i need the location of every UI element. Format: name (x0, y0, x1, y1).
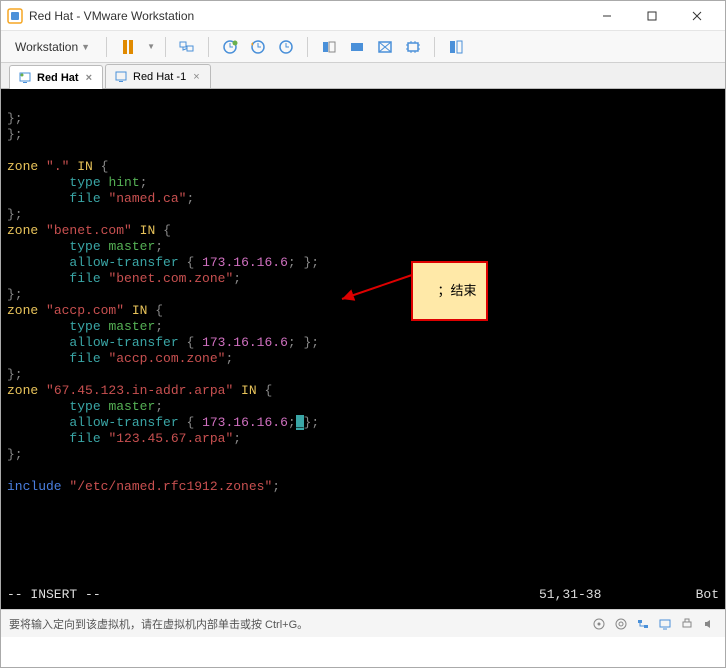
terminal-line: }; (7, 207, 719, 223)
vm-tab-icon (18, 71, 32, 85)
vmware-app-icon (7, 8, 23, 24)
tab-red-hat[interactable]: Red Hat × (9, 65, 103, 89)
printer-icon[interactable] (679, 616, 695, 632)
terminal-line: }; (7, 111, 719, 127)
view-fullscreen-button[interactable] (346, 36, 368, 58)
terminal-status-line: -- INSERT -- 51,31-38 Bot (7, 587, 719, 603)
terminal-line: }; (7, 287, 719, 303)
workstation-menu-label: Workstation (15, 40, 78, 54)
pause-button[interactable] (117, 36, 139, 58)
terminal-line: zone "." IN { (7, 159, 719, 175)
annotation-text: ；结束 (437, 283, 476, 298)
vim-mode: -- INSERT -- (7, 587, 539, 603)
toolbar-separator (208, 37, 209, 57)
tab-label: Red Hat (37, 72, 79, 84)
vm-tab-icon (114, 70, 128, 84)
sound-icon[interactable] (701, 616, 717, 632)
terminal-line: type master; (7, 239, 719, 255)
scroll-position: Bot (659, 587, 719, 603)
terminal-viewport[interactable]: };}; zone "." IN { type hint; file "name… (1, 89, 725, 609)
display-icon[interactable] (657, 616, 673, 632)
terminal-line: allow-transfer { 173.16.16.6; }; (7, 255, 719, 271)
status-bar: 要将输入定向到该虚拟机，请在虚拟机内部单击或按 Ctrl+G。 (1, 609, 725, 637)
tab-bar: Red Hat × Red Hat -1 × (1, 63, 725, 89)
chevron-down-icon[interactable]: ▼ (147, 42, 155, 51)
toolbar-separator (106, 37, 107, 57)
terminal-line: file "accp.com.zone"; (7, 351, 719, 367)
window-title: Red Hat - VMware Workstation (29, 9, 584, 23)
terminal-line: allow-transfer { 173.16.16.6; }; (7, 335, 719, 351)
tab-red-hat-1[interactable]: Red Hat -1 × (105, 64, 211, 88)
minimize-button[interactable] (584, 2, 629, 30)
view-stretch-button[interactable] (402, 36, 424, 58)
tab-label: Red Hat -1 (133, 71, 186, 83)
terminal-line: zone "67.45.123.in-addr.arpa" IN { (7, 383, 719, 399)
toolbar-separator (307, 37, 308, 57)
annotation-callout: ；结束 (411, 261, 488, 321)
status-message: 要将输入定向到该虚拟机，请在虚拟机内部单击或按 Ctrl+G。 (9, 616, 591, 632)
cursor-position: 51,31-38 (539, 587, 659, 603)
snapshot-take-button[interactable] (219, 36, 241, 58)
tab-close-icon[interactable]: × (191, 71, 201, 83)
window-titlebar: Red Hat - VMware Workstation (1, 1, 725, 31)
chevron-down-icon: ▼ (81, 42, 90, 52)
terminal-line: include "/etc/named.rfc1912.zones"; (7, 479, 719, 495)
close-button[interactable] (674, 2, 719, 30)
terminal-line (7, 463, 719, 479)
snapshot-manager-button[interactable] (275, 36, 297, 58)
terminal-line: type hint; (7, 175, 719, 191)
terminal-line: }; (7, 367, 719, 383)
disk-icon[interactable] (591, 616, 607, 632)
terminal-line: type master; (7, 319, 719, 335)
terminal-line: zone "accp.com" IN { (7, 303, 719, 319)
terminal-line: type master; (7, 399, 719, 415)
cd-icon[interactable] (613, 616, 629, 632)
terminal-line: zone "benet.com" IN { (7, 223, 719, 239)
status-bar-icons (591, 616, 717, 632)
toolbar-separator (434, 37, 435, 57)
view-console-button[interactable] (318, 36, 340, 58)
send-ctrl-alt-del-button[interactable] (176, 36, 198, 58)
maximize-button[interactable] (629, 2, 674, 30)
terminal-line: file "named.ca"; (7, 191, 719, 207)
workstation-menu[interactable]: Workstation ▼ (9, 37, 96, 57)
terminal-line (7, 95, 719, 111)
view-unity-button[interactable] (374, 36, 396, 58)
library-button[interactable] (445, 36, 467, 58)
toolbar-separator (165, 37, 166, 57)
terminal-line: file "123.45.67.arpa"; (7, 431, 719, 447)
terminal-line: }; (7, 447, 719, 463)
network-icon[interactable] (635, 616, 651, 632)
terminal-line: }; (7, 127, 719, 143)
terminal-line: file "benet.com.zone"; (7, 271, 719, 287)
toolbar: Workstation ▼ ▼ (1, 31, 725, 63)
window-controls (584, 2, 719, 30)
terminal-line: allow-transfer { 173.16.16.6;_}; (7, 415, 719, 431)
tab-close-icon[interactable]: × (84, 72, 94, 84)
terminal-line (7, 143, 719, 159)
snapshot-revert-button[interactable] (247, 36, 269, 58)
